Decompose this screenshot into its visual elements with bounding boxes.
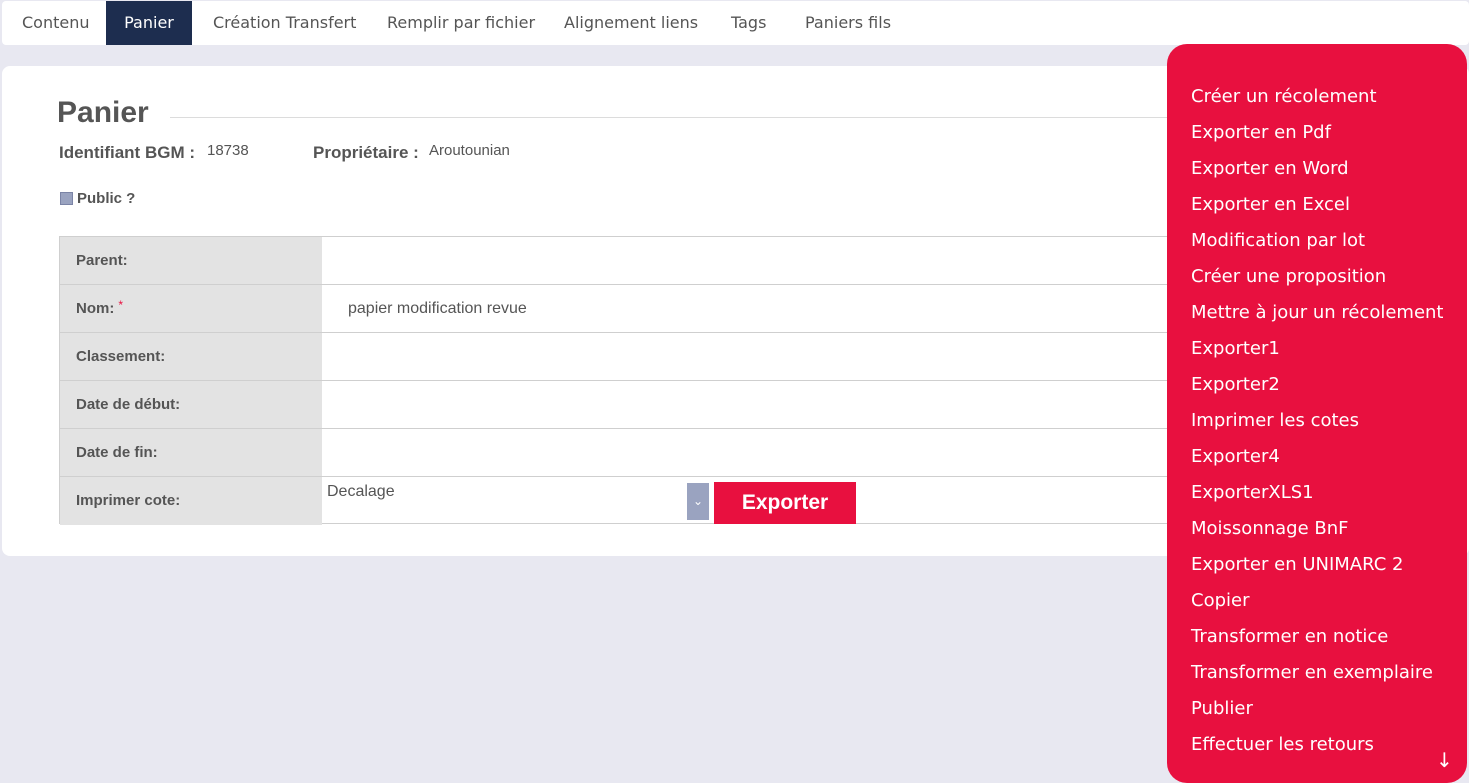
menu-item-exporter-pdf[interactable]: Exporter en Pdf: [1191, 121, 1444, 157]
tab-tags[interactable]: Tags: [731, 1, 766, 45]
chevron-down-icon[interactable]: ⌄: [687, 483, 709, 520]
classement-label: Classement:: [60, 333, 322, 380]
date-debut-label: Date de début:: [60, 381, 322, 428]
form-row-date-fin: Date de fin:: [60, 429, 1174, 477]
page-title: Panier: [57, 96, 149, 129]
public-label: Public ?: [77, 190, 136, 207]
menu-item-exporter2[interactable]: Exporter2: [1191, 373, 1444, 409]
menu-item-publier[interactable]: Publier: [1191, 697, 1444, 733]
arrow-down-icon[interactable]: ↓: [1436, 748, 1453, 772]
tab-contenu[interactable]: Contenu: [22, 1, 90, 45]
required-mark: *: [118, 298, 123, 312]
date-fin-label: Date de fin:: [60, 429, 322, 476]
actions-menu: Créer un récolement Exporter en Pdf Expo…: [1167, 44, 1467, 783]
tab-creation-transfert[interactable]: Création Transfert: [213, 1, 356, 45]
menu-item-creer-proposition[interactable]: Créer une proposition: [1191, 265, 1444, 301]
imprimer-cote-label: Imprimer cote:: [60, 477, 322, 525]
tab-bar: Contenu Panier Création Transfert Rempli…: [2, 1, 1469, 45]
menu-item-copier[interactable]: Copier: [1191, 589, 1444, 625]
menu-item-creer-recolement[interactable]: Créer un récolement: [1191, 85, 1444, 121]
id-value: 18738: [207, 142, 249, 159]
menu-item-exporter-excel[interactable]: Exporter en Excel: [1191, 193, 1444, 229]
tab-panier[interactable]: Panier: [106, 1, 192, 45]
panier-form: Parent: Nom: * papier modification revue …: [59, 236, 1174, 525]
menu-item-imprimer-cotes[interactable]: Imprimer les cotes: [1191, 409, 1444, 445]
menu-item-maj-recolement[interactable]: Mettre à jour un récolement: [1191, 301, 1444, 337]
menu-item-moissonnage-bnf[interactable]: Moissonnage BnF: [1191, 517, 1444, 553]
menu-item-modification-par-lot[interactable]: Modification par lot: [1191, 229, 1444, 265]
menu-item-effectuer-retours[interactable]: Effectuer les retours: [1191, 733, 1444, 769]
tab-remplir-par-fichier[interactable]: Remplir par fichier: [387, 1, 535, 45]
exporter-button[interactable]: Exporter: [714, 482, 856, 524]
menu-item-transformer-exemplaire[interactable]: Transformer en exemplaire: [1191, 661, 1444, 697]
actions-menu-list: Créer un récolement Exporter en Pdf Expo…: [1191, 85, 1444, 769]
menu-item-exporter-word[interactable]: Exporter en Word: [1191, 157, 1444, 193]
nom-field[interactable]: papier modification revue: [348, 285, 527, 332]
owner-label: Propriétaire :: [313, 143, 419, 162]
owner-value: Aroutounian: [429, 142, 510, 159]
form-row-parent: Parent:: [60, 237, 1174, 285]
menu-item-exporter4[interactable]: Exporter4: [1191, 445, 1444, 481]
nom-label-cell: Nom: *: [60, 285, 322, 332]
menu-item-exporter-unimarc2[interactable]: Exporter en UNIMARC 2: [1191, 553, 1444, 589]
tab-alignement-liens[interactable]: Alignement liens: [564, 1, 698, 45]
form-row-nom: Nom: * papier modification revue: [60, 285, 1174, 333]
id-label: Identifiant BGM :: [59, 143, 195, 162]
menu-item-exporterxls1[interactable]: ExporterXLS1: [1191, 481, 1444, 517]
form-row-date-debut: Date de début:: [60, 381, 1174, 429]
parent-label: Parent:: [60, 237, 322, 284]
public-checkbox[interactable]: [60, 192, 73, 205]
tab-paniers-fils[interactable]: Paniers fils: [805, 1, 891, 45]
nom-label: Nom:: [76, 300, 115, 317]
form-row-classement: Classement:: [60, 333, 1174, 381]
imprimer-cote-select[interactable]: Decalage: [327, 483, 395, 501]
form-row-imprimer-cote: Imprimer cote: Decalage ⌄ Exporter: [60, 477, 1174, 525]
menu-item-exporter1[interactable]: Exporter1: [1191, 337, 1444, 373]
title-divider: [170, 117, 1170, 118]
menu-item-transformer-notice[interactable]: Transformer en notice: [1191, 625, 1444, 661]
